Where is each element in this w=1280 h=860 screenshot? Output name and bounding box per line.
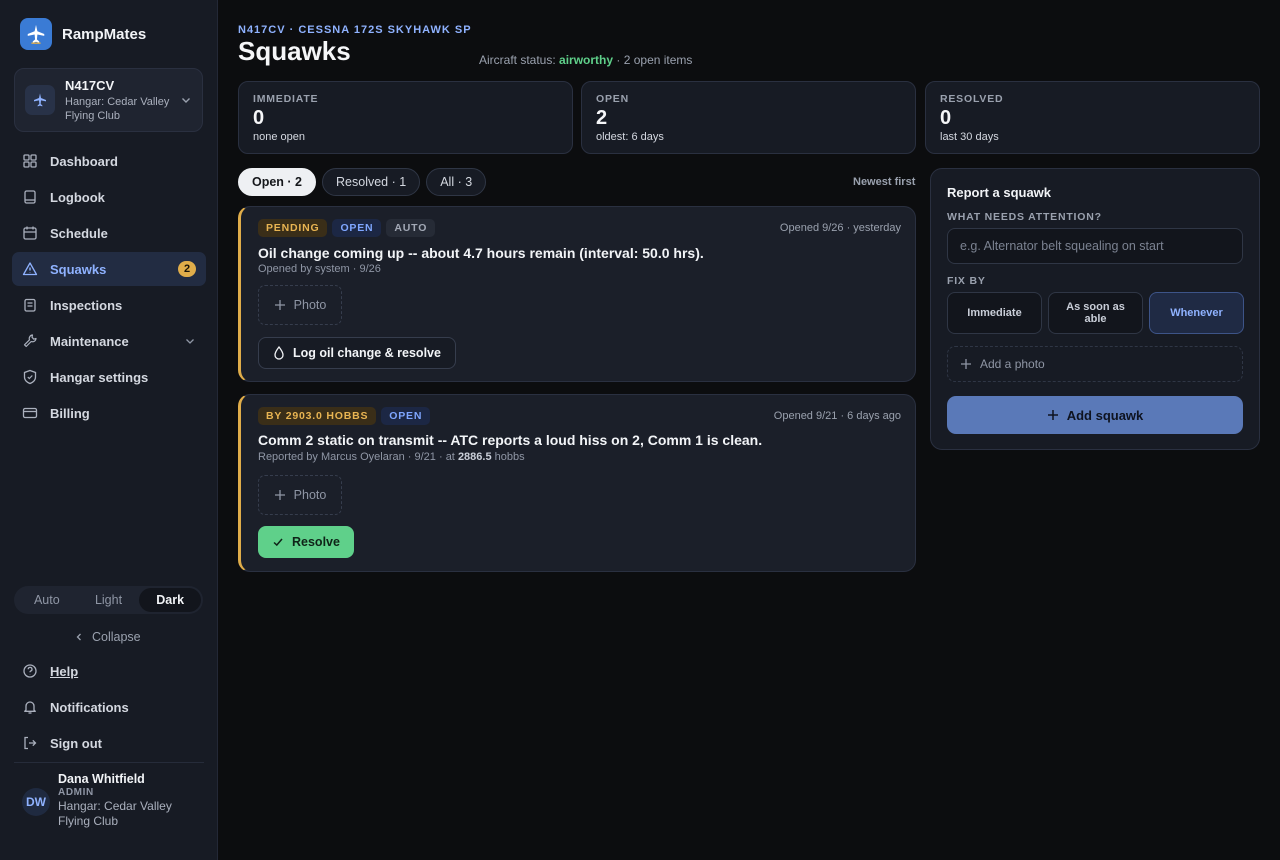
aircraft-status: Aircraft status: airworthy · 2 open item… [479, 53, 693, 67]
sign-out-icon [24, 736, 37, 750]
sidebar: RampMates N417CV Hangar: Cedar Valley Fl… [0, 0, 218, 860]
user-profile[interactable]: DW Dana Whitfield ADMIN Hangar: Cedar Va… [22, 772, 188, 829]
page-title: Squawks [238, 36, 351, 66]
nav-item-hangar-settings[interactable]: Hangar settings [12, 360, 206, 394]
bell-icon [24, 701, 36, 714]
add-squawk-button[interactable]: Add squawk [947, 396, 1243, 434]
chevron-down-icon [182, 98, 190, 103]
stat-card-immediate: IMMEDIATE 0 none open [238, 81, 573, 154]
notifications-link[interactable]: Notifications [12, 690, 206, 724]
theme-option-dark[interactable]: Dark [139, 588, 202, 612]
plus-icon [274, 490, 285, 500]
squawk-tags: BY 2903.0 HOBBS OPEN [258, 407, 431, 425]
footer-nav: Help Notifications Sign out [12, 654, 206, 762]
squawk-title: Oil change coming up -- about 4.7 hours … [258, 245, 704, 261]
tag-pending: PENDING [258, 219, 328, 237]
calendar-icon [23, 226, 37, 240]
nav-item-schedule[interactable]: Schedule [12, 216, 206, 250]
tag-hobbs-due: BY 2903.0 HOBBS [258, 407, 377, 425]
user-hangar: Hangar: Cedar Valley Flying Club [58, 799, 172, 828]
plus-icon [274, 300, 285, 310]
aircraft-tail: N417CV [65, 77, 115, 93]
resolve-button[interactable]: Resolve [258, 526, 354, 558]
add-photo-button[interactable]: Photo [258, 285, 342, 325]
fix-by-options: Immediate As soon as able Whenever [947, 292, 1244, 334]
stat-card-open: OPEN 2 oldest: 6 days [581, 81, 916, 154]
collapse-button[interactable]: Collapse [74, 630, 141, 644]
report-title: Report a squawk [947, 185, 1052, 200]
nav-item-squawks[interactable]: Squawks 2 [12, 252, 206, 286]
squawk-title: Comm 2 static on transmit -- ATC reports… [258, 432, 763, 448]
dashboard-icon [23, 154, 37, 168]
credit-card-icon [22, 407, 38, 419]
squawk-card: PENDING OPEN AUTO Opened 9/26 · yesterda… [238, 206, 916, 382]
check-icon [273, 538, 283, 547]
plus-icon [961, 359, 971, 369]
sign-out-link[interactable]: Sign out [12, 726, 206, 760]
user-name: Dana Whitfield [58, 772, 145, 786]
brand[interactable]: RampMates [20, 18, 146, 50]
attention-input[interactable] [947, 228, 1243, 264]
collapse-label: Collapse [92, 630, 141, 644]
filter-all[interactable]: All · 3 [426, 168, 487, 196]
filter-resolved[interactable]: Resolved · 1 [322, 168, 421, 196]
squawk-tags: PENDING OPEN AUTO [258, 219, 436, 237]
help-icon [23, 664, 37, 678]
chevron-left-icon [76, 633, 81, 641]
chevron-down-icon [186, 339, 194, 344]
warning-icon [22, 262, 38, 276]
attention-label: WHAT NEEDS ATTENTION? [947, 211, 1102, 223]
help-link[interactable]: Help [12, 654, 206, 688]
add-photo-button[interactable]: Photo [258, 475, 342, 515]
nav-item-inspections[interactable]: Inspections [12, 288, 206, 322]
log-oil-change-button[interactable]: Log oil change & resolve [258, 337, 456, 369]
plus-icon [1047, 410, 1058, 420]
nav-item-billing[interactable]: Billing [12, 396, 206, 430]
hobbs-value: 2886.5 [457, 451, 492, 463]
user-role: ADMIN [58, 787, 94, 798]
fix-option-asap[interactable]: As soon as able [1048, 292, 1143, 334]
oil-drop-icon [274, 346, 284, 360]
theme-option-auto[interactable]: Auto [16, 588, 78, 612]
logbook-icon [24, 190, 36, 204]
wrench-icon [23, 334, 37, 348]
theme-option-light[interactable]: Light [78, 588, 140, 612]
add-photo-button[interactable]: Add a photo [947, 346, 1243, 382]
clipboard-icon [24, 298, 36, 312]
shield-icon [23, 369, 37, 385]
squawk-meta: Opened by system · 9/26 [258, 263, 381, 275]
report-squawk-panel: Report a squawk WHAT NEEDS ATTENTION? FI… [930, 168, 1260, 450]
squawks-count-badge: 2 [178, 261, 196, 277]
sidebar-divider [14, 762, 204, 763]
filter-tabs: Open · 2 Resolved · 1 All · 3 [238, 168, 487, 196]
aircraft-selector[interactable]: N417CV Hangar: Cedar Valley Flying Club [14, 68, 203, 132]
theme-switch: Auto Light Dark [14, 586, 203, 614]
tag-open: OPEN [381, 407, 431, 425]
nav-item-maintenance[interactable]: Maintenance [12, 324, 206, 358]
airplane-icon [25, 85, 55, 115]
nav-item-logbook[interactable]: Logbook [12, 180, 206, 214]
sort-dropdown[interactable]: Newest first [853, 176, 915, 188]
avatar: DW [22, 788, 50, 816]
squawk-opened-time: Opened 9/26 · yesterday [779, 222, 901, 234]
brand-name: RampMates [62, 25, 147, 43]
main-nav: Dashboard Logbook Schedule Squawks 2 Ins… [12, 144, 206, 432]
squawk-card: BY 2903.0 HOBBS OPEN Opened 9/21 · 6 day… [238, 394, 916, 572]
nav-item-dashboard[interactable]: Dashboard [12, 144, 206, 178]
aircraft-hangar: Hangar: Cedar Valley Flying Club [65, 95, 170, 122]
squawk-meta: Reported by Marcus Oyelaran · 9/21 · at … [258, 451, 525, 463]
squawk-opened-time: Opened 9/21 · 6 days ago [773, 410, 901, 422]
tag-open: OPEN [332, 219, 382, 237]
filter-open[interactable]: Open · 2 [238, 168, 317, 196]
stat-card-resolved: RESOLVED 0 last 30 days [925, 81, 1260, 154]
fix-by-label: FIX BY [947, 275, 986, 287]
status-badge: airworthy [559, 53, 614, 67]
tag-auto: AUTO [386, 219, 436, 237]
fix-option-whenever[interactable]: Whenever [1149, 292, 1244, 334]
airplane-logo-icon [20, 18, 52, 50]
aircraft-overline: N417CV · CESSNA 172S SKYHAWK SP [238, 24, 472, 36]
fix-option-immediate[interactable]: Immediate [947, 292, 1042, 334]
